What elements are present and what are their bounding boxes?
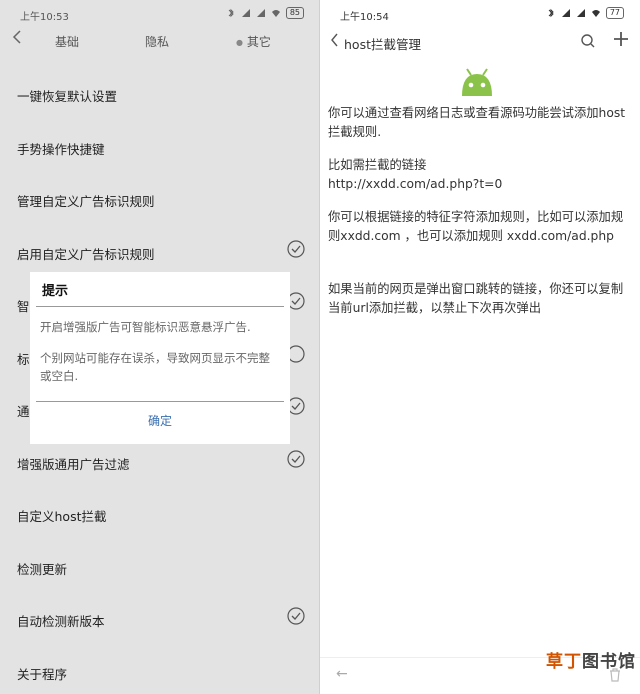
menu-item-label: 增强版通用广告过滤 [17, 456, 130, 472]
dialog-text: 开启增强版广告可智能标识恶意悬浮广告. [40, 320, 251, 334]
menu-item[interactable]: 自动检测新版本 [0, 593, 320, 646]
menu-item-label: 通 [17, 404, 30, 419]
help-paragraph: 如果当前的网页是弹出窗口跳转的链接，你还可以复制当前url添加拦截，以禁止下次再… [328, 282, 624, 315]
menu-item[interactable]: 管理自定义广告标识规则 [0, 173, 320, 226]
bluetooth-icon [228, 8, 234, 18]
tab-privacy[interactable]: 隐私 [145, 33, 169, 50]
dialog-body: 开启增强版广告可智能标识恶意悬浮广告. 个别网站可能存在误杀，导致网页显示不完整… [40, 318, 280, 398]
checkmark-icon[interactable] [287, 607, 305, 625]
back-arrow-icon[interactable] [330, 33, 339, 47]
tab-basic[interactable]: 基础 [55, 33, 79, 50]
settings-tabs: 基础 隐私 ● 其它 [0, 28, 320, 54]
menu-item-label: 自定义host拦截 [17, 509, 107, 524]
back-arrow-icon[interactable] [12, 30, 22, 44]
menu-item-label: 智 [17, 299, 30, 314]
help-content: 你可以通过查看网络日志或查看源码功能尝试添加host拦截规则. 比如需拦截的链接… [328, 104, 634, 332]
left-screen: 上午10:53 85 基础 隐私 ● 其它 一键恢复默认设置 手势操作快捷键管理自… [0, 0, 320, 694]
android-logo-icon [462, 68, 492, 96]
page-title: host拦截管理 [344, 37, 421, 52]
menu-item[interactable]: 启用自定义广告标识规则 [0, 226, 320, 279]
wifi-icon [591, 10, 600, 17]
status-bar: 上午10:54 77 [320, 0, 640, 28]
status-icons: 77 [546, 7, 624, 19]
menu-item[interactable]: 一键恢复默认设置 [0, 68, 320, 121]
signal-icon [256, 9, 265, 17]
checkmark-icon[interactable] [287, 239, 305, 258]
status-icons: 85 [226, 7, 304, 19]
help-paragraph: 你可以通过查看网络日志或查看源码功能尝试添加host拦截规则. [328, 106, 626, 139]
tip-dialog: 提示 开启增强版广告可智能标识恶意悬浮广告. 个别网站可能存在误杀，导致网页显示… [30, 272, 290, 444]
right-screen: 上午10:54 77 host拦截管理 你可以通过查看网络日志或查看源码功能尝试… [320, 0, 640, 694]
menu-item[interactable]: 检测更新 [0, 541, 320, 594]
status-bar: 上午10:53 85 [0, 0, 320, 28]
search-icon[interactable] [580, 33, 596, 49]
dialog-divider [36, 401, 284, 402]
confirm-button[interactable]: 确定 [30, 412, 290, 429]
menu-item-label: 关于程序 [17, 666, 68, 682]
menu-item-label: 自动检测新版本 [17, 614, 105, 629]
checkmark-icon[interactable] [287, 449, 305, 468]
signal-icon [576, 9, 585, 17]
back-arrow-icon[interactable]: ← [336, 666, 348, 682]
battery-icon: 85 [285, 7, 304, 19]
tab-other[interactable]: ● 其它 [236, 33, 271, 50]
bluetooth-icon [548, 8, 554, 18]
dialog-title: 提示 [42, 284, 69, 299]
watermark: 草丁图书馆 [546, 647, 636, 672]
menu-item-label: 启用自定义广告标识规则 [17, 246, 155, 262]
battery-icon: 77 [605, 7, 624, 19]
top-toolbar: host拦截管理 [320, 30, 640, 56]
watermark-text: 草丁 [546, 652, 582, 672]
menu-item-label: 标 [17, 351, 30, 367]
dialog-text: 个别网站可能存在误杀，导致网页显示不完整或空白. [40, 351, 270, 383]
help-paragraph: 比如需拦截的链接 http://xxdd.com/ad.php?t=0 [328, 156, 634, 194]
menu-item-label: 管理自定义广告标识规则 [17, 194, 155, 209]
menu-item[interactable]: 手势操作快捷键 [0, 121, 320, 174]
help-paragraph: 你可以根据链接的特征字符添加规则，比如可以添加规则xxdd.com ，也可以添加… [328, 210, 624, 243]
status-time: 上午10:54 [340, 12, 389, 23]
menu-item-label: 手势操作快捷键 [17, 141, 105, 157]
status-time: 上午10:53 [20, 12, 69, 23]
active-dot-icon: ● [236, 38, 243, 47]
signal-icon [241, 9, 250, 17]
help-text: 比如需拦截的链接 [328, 158, 427, 172]
signal-icon [561, 9, 570, 17]
tab-other-label: 其它 [246, 35, 271, 49]
wifi-icon [271, 10, 280, 17]
menu-item[interactable]: 关于程序 [0, 646, 320, 694]
watermark-text: 图书馆 [582, 652, 636, 672]
menu-item-label: 一键恢复默认设置 [17, 89, 118, 104]
menu-item[interactable]: 自定义host拦截 [0, 488, 320, 541]
menu-item-label: 检测更新 [17, 561, 68, 577]
add-icon[interactable] [613, 31, 629, 47]
example-url: http://xxdd.com/ad.php?t=0 [328, 177, 503, 191]
dialog-divider [36, 306, 284, 307]
